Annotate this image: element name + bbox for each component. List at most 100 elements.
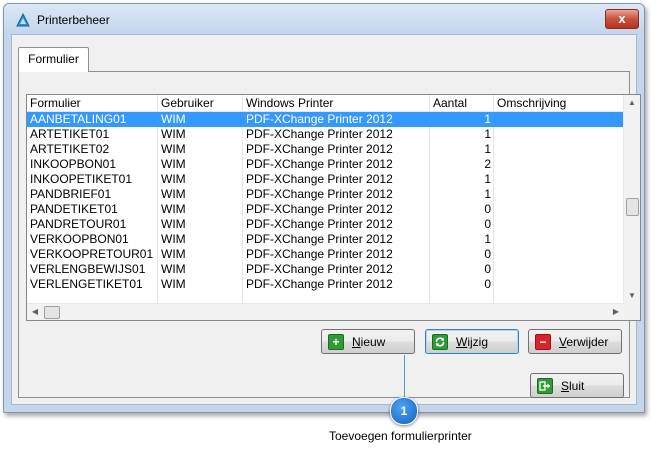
gebruiker-cell: WIM <box>161 247 186 261</box>
tab-formulier[interactable]: Formulier <box>18 47 89 72</box>
table-row[interactable]: PANDBRIEF01 WIM PDF-XChange Printer 2012 1 <box>27 187 625 202</box>
table-row[interactable]: ARTETIKET02 WIM PDF-XChange Printer 2012 1 <box>27 142 625 157</box>
close-button[interactable]: x <box>605 9 639 29</box>
aantal-cell: 1 <box>484 127 491 141</box>
table-row[interactable]: ARTETIKET01 WIM PDF-XChange Printer 2012 1 <box>27 127 625 142</box>
table-row[interactable]: AANBETALING01 WIM PDF-XChange Printer 2012… <box>27 112 625 127</box>
verwijder-label: Verwijder <box>559 335 608 349</box>
formulier-cell: AANBETALING01 <box>30 112 127 126</box>
omschrijving-cell <box>494 262 625 277</box>
formulier-cell: ARTETIKET02 <box>30 142 110 156</box>
scroll-right-arrow-icon[interactable]: ▶ <box>608 304 624 320</box>
formulier-cell: PANDRETOUR01 <box>30 217 127 231</box>
omschrijving-cell <box>494 172 625 187</box>
aantal-cell: 1 <box>484 112 491 126</box>
wijzig-button[interactable]: Wijzig <box>425 329 519 354</box>
table-row[interactable]: PANDRETOUR01 WIM PDF-XChange Printer 2012 0 <box>27 217 625 232</box>
aantal-cell: 0 <box>484 277 491 291</box>
sluit-button[interactable]: Sluit <box>530 373 624 398</box>
omschrijving-cell <box>494 127 625 142</box>
printer-cell: PDF-XChange Printer 2012 <box>246 112 393 126</box>
verwijder-label-rest: erwijder <box>566 334 609 349</box>
aantal-cell: 0 <box>484 217 491 231</box>
table-row[interactable]: VERLENGBEWIJS01 WIM PDF-XChange Printer 20… <box>27 262 625 277</box>
omschrijving-cell <box>494 187 625 202</box>
printer-cell: PDF-XChange Printer 2012 <box>246 142 393 156</box>
gebruiker-cell: WIM <box>161 262 186 276</box>
table-row[interactable]: VERLENGETIKET01 WIM PDF-XChange Printer 20… <box>27 277 625 292</box>
printer-cell: PDF-XChange Printer 2012 <box>246 277 393 291</box>
formulier-cell: VERLENGETIKET01 <box>30 277 143 291</box>
printer-cell: PDF-XChange Printer 2012 <box>246 172 393 186</box>
printer-cell: PDF-XChange Printer 2012 <box>246 187 393 201</box>
window-title: Printerbeheer <box>37 13 110 27</box>
scroll-left-arrow-icon[interactable]: ◀ <box>27 304 43 320</box>
app-icon <box>16 13 30 27</box>
scroll-up-arrow-icon[interactable]: ▲ <box>624 95 640 111</box>
table-row[interactable]: INKOOPBON01 WIM PDF-XChange Printer 2012 2 <box>27 157 625 172</box>
aantal-cell: 1 <box>484 142 491 156</box>
printer-cell: PDF-XChange Printer 2012 <box>246 157 393 171</box>
callout-caption: Toevoegen formulierprinter <box>329 429 472 443</box>
vertical-scrollbar[interactable]: ▲ ▼ <box>623 95 640 304</box>
gebruiker-cell: WIM <box>161 142 186 156</box>
table-row[interactable]: VERKOOPBON01 WIM PDF-XChange Printer 2012 1 <box>27 232 625 247</box>
formulier-cell: PANDBRIEF01 <box>30 187 112 201</box>
printer-list[interactable]: Formulier Gebruiker Windows Printer Aant… <box>26 94 641 321</box>
column-header-windows-printer[interactable]: Windows Printer <box>243 95 430 111</box>
table-row[interactable]: PANDETIKET01 WIM PDF-XChange Printer 2012 0 <box>27 202 625 217</box>
sluit-label-rest: luit <box>569 378 585 393</box>
wijzig-label: Wijzig <box>456 335 488 349</box>
aantal-cell: 1 <box>484 187 491 201</box>
client-area: Formulier Formulier Gebruiker Windows Pr… <box>11 34 641 405</box>
printer-cell: PDF-XChange Printer 2012 <box>246 232 393 246</box>
omschrijving-cell <box>494 232 625 247</box>
wijzig-label-rest: ijzig <box>467 334 488 349</box>
gebruiker-cell: WIM <box>161 127 186 141</box>
list-rows: AANBETALING01 WIM PDF-XChange Printer 2012… <box>27 112 625 292</box>
sluit-access-key: S <box>561 378 570 393</box>
sluit-label: Sluit <box>561 379 584 393</box>
omschrijving-cell <box>494 157 625 172</box>
printer-cell: PDF-XChange Printer 2012 <box>246 217 393 231</box>
verwijder-button[interactable]: − Verwijder <box>528 329 622 354</box>
horizontal-scrollbar[interactable]: ◀ ▶ <box>27 303 624 320</box>
gebruiker-cell: WIM <box>161 232 186 246</box>
vertical-scroll-thumb[interactable] <box>626 198 639 216</box>
column-header-omschrijving[interactable]: Omschrijving <box>494 95 625 111</box>
aantal-cell: 2 <box>484 157 491 171</box>
title-bar[interactable]: Printerbeheer x <box>4 4 644 34</box>
omschrijving-cell <box>494 247 625 262</box>
gebruiker-cell: WIM <box>161 157 186 171</box>
nieuw-label: Nieuw <box>352 335 385 349</box>
plus-icon: + <box>328 333 344 350</box>
formulier-cell: VERKOOPBON01 <box>30 232 129 246</box>
nieuw-button[interactable]: + Nieuw <box>321 329 415 354</box>
nieuw-label-rest: ieuw <box>360 334 386 349</box>
horizontal-scroll-thumb[interactable] <box>44 306 60 319</box>
printer-cell: PDF-XChange Printer 2012 <box>246 247 393 261</box>
formulier-cell: INKOOPBON01 <box>30 157 117 171</box>
table-row[interactable]: INKOOPETIKET01 WIM PDF-XChange Printer 201… <box>27 172 625 187</box>
omschrijving-cell <box>494 202 625 217</box>
gebruiker-cell: WIM <box>161 202 186 216</box>
table-row[interactable]: VERKOOPRETOUR01 WIM PDF-XChange Printer 20… <box>27 247 625 262</box>
formulier-cell: VERLENGBEWIJS01 <box>30 262 146 276</box>
callout-marker: 1 <box>390 397 418 425</box>
omschrijving-cell <box>494 112 625 127</box>
formulier-cell: INKOOPETIKET01 <box>30 172 133 186</box>
column-header-aantal[interactable]: Aantal <box>430 95 494 111</box>
printer-cell: PDF-XChange Printer 2012 <box>246 262 393 276</box>
scrollbar-corner <box>624 304 640 320</box>
column-header-formulier[interactable]: Formulier <box>27 95 158 111</box>
aantal-cell: 1 <box>484 172 491 186</box>
formulier-cell: VERKOOPRETOUR01 <box>30 247 154 261</box>
list-header: Formulier Gebruiker Windows Printer Aant… <box>27 95 625 112</box>
printer-cell: PDF-XChange Printer 2012 <box>246 127 393 141</box>
tab-panel: Formulier Gebruiker Windows Printer Aant… <box>18 71 641 398</box>
wijzig-access-key: W <box>456 334 468 349</box>
scroll-down-arrow-icon[interactable]: ▼ <box>624 288 640 304</box>
column-header-gebruiker[interactable]: Gebruiker <box>158 95 243 111</box>
gebruiker-cell: WIM <box>161 277 186 291</box>
formulier-cell: PANDETIKET01 <box>30 202 118 216</box>
